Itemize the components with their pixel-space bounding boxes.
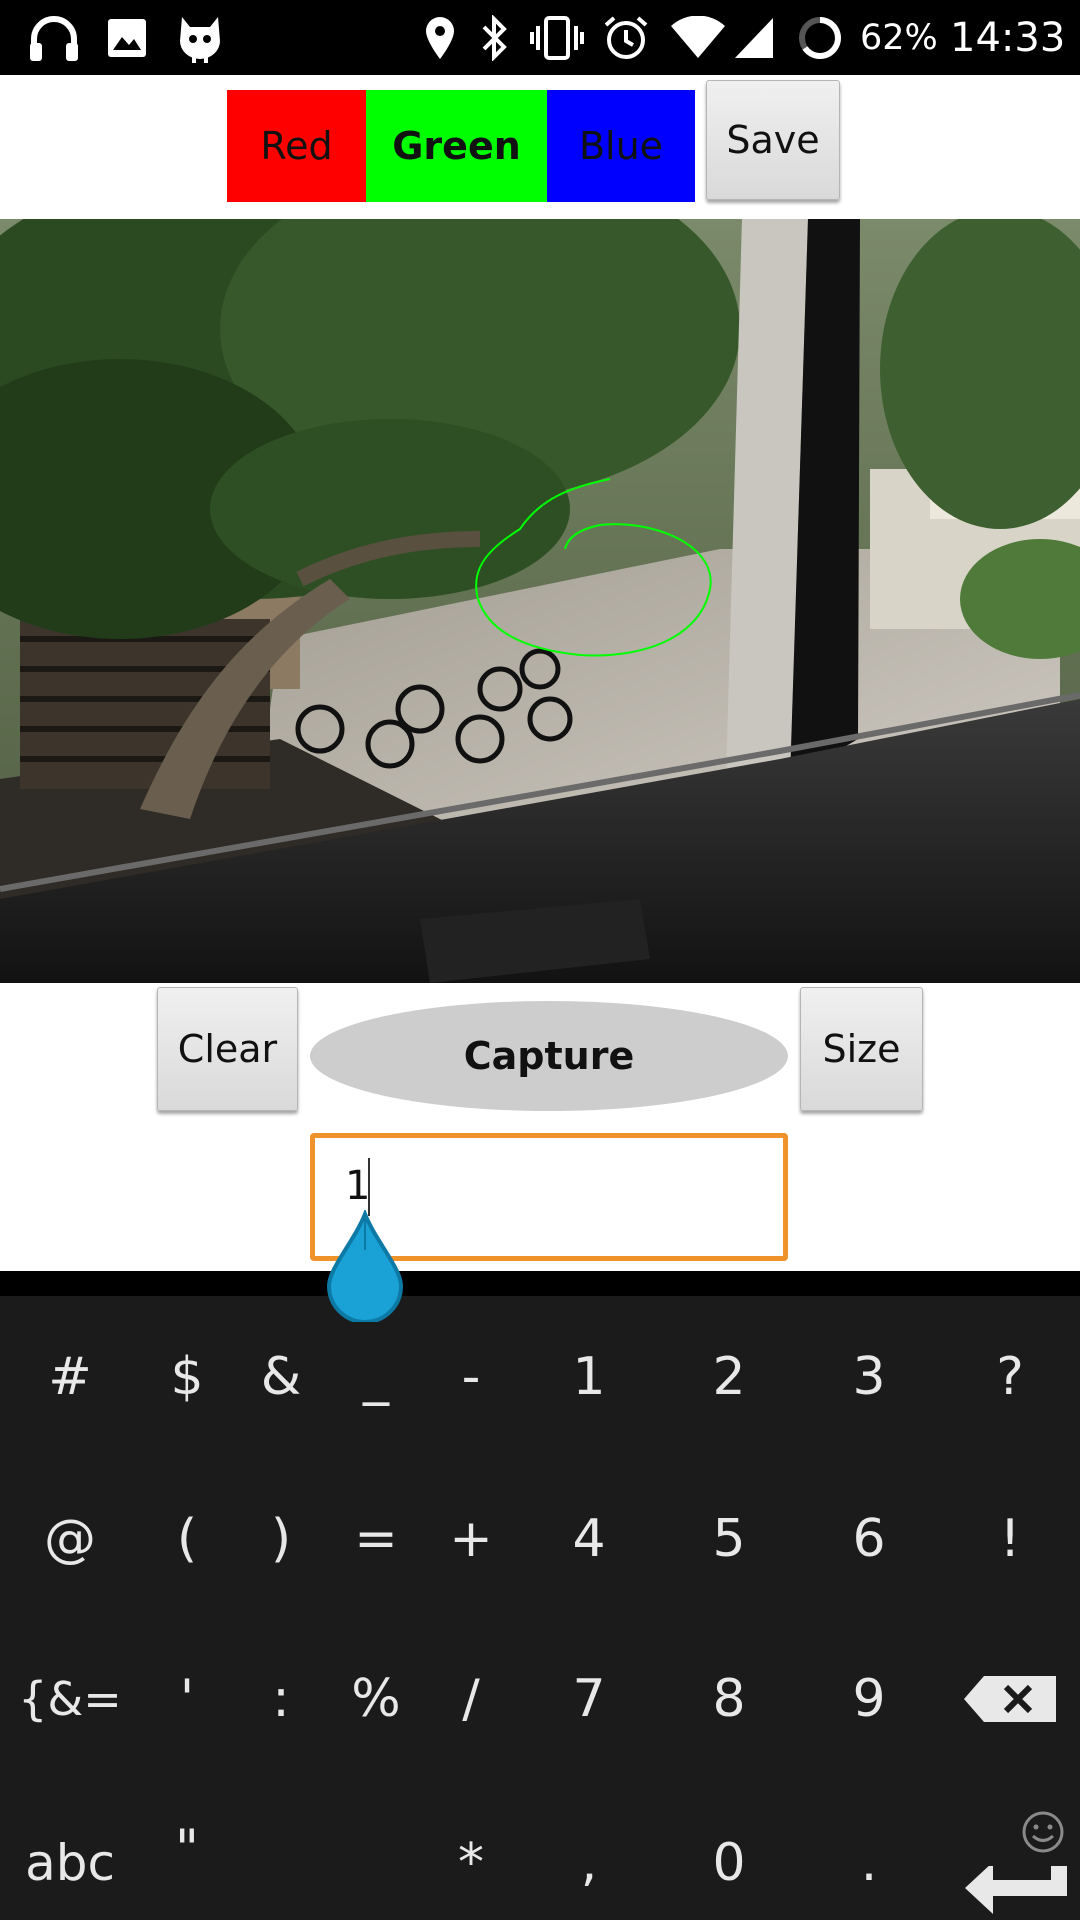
- key-minus[interactable]: -: [411, 1327, 531, 1427]
- red-button[interactable]: Red: [227, 90, 366, 202]
- key-4[interactable]: 4: [529, 1489, 649, 1589]
- text-cursor-handle[interactable]: [326, 1208, 404, 1326]
- green-button[interactable]: Green: [366, 90, 547, 202]
- save-button[interactable]: Save: [706, 80, 840, 200]
- key-comma[interactable]: ,: [529, 1813, 649, 1913]
- soft-keyboard: # $ & _ - 1 2 3 ? @ ( ) = + 4 5 6 ! {&= …: [0, 1271, 1080, 1920]
- blue-button[interactable]: Blue: [547, 90, 695, 202]
- key-slash[interactable]: /: [411, 1649, 531, 1749]
- location-icon: [420, 10, 460, 66]
- text-caret: [368, 1158, 370, 1216]
- headphones-icon: [24, 10, 84, 66]
- alarm-icon: [602, 10, 650, 66]
- key-1[interactable]: 1: [529, 1327, 649, 1427]
- enter-key[interactable]: [955, 1861, 1080, 1920]
- smiley-icon: [1022, 1811, 1064, 1853]
- key-question[interactable]: ?: [950, 1327, 1070, 1427]
- backspace-icon: [964, 1676, 1056, 1722]
- battery-ring-icon: [796, 10, 844, 66]
- emoji-key[interactable]: [1008, 1797, 1078, 1867]
- backspace-key[interactable]: [950, 1649, 1070, 1749]
- key-5[interactable]: 5: [669, 1489, 789, 1589]
- enter-icon: [964, 1865, 1067, 1914]
- key-quote[interactable]: ": [127, 1799, 247, 1899]
- key-more-symbols[interactable]: {&=: [10, 1649, 130, 1749]
- drawing-canvas[interactable]: [0, 219, 1080, 983]
- key-plus[interactable]: +: [411, 1489, 531, 1589]
- key-exclamation[interactable]: !: [950, 1489, 1070, 1589]
- keyboard-top-band: [0, 1271, 1080, 1296]
- key-at[interactable]: @: [10, 1489, 130, 1589]
- key-8[interactable]: 8: [669, 1649, 789, 1749]
- key-9[interactable]: 9: [809, 1649, 929, 1749]
- clear-button[interactable]: Clear: [157, 987, 298, 1111]
- key-6[interactable]: 6: [809, 1489, 929, 1589]
- size-button[interactable]: Size: [800, 987, 923, 1111]
- key-0[interactable]: 0: [669, 1813, 789, 1913]
- battery-percent: 62%: [860, 18, 938, 58]
- key-7[interactable]: 7: [529, 1649, 649, 1749]
- key-3[interactable]: 3: [809, 1327, 929, 1427]
- cyanogen-icon: [172, 10, 228, 66]
- size-input-value: 1: [345, 1163, 371, 1209]
- signal-icon: [732, 10, 776, 66]
- key-asterisk[interactable]: *: [411, 1813, 531, 1913]
- bluetooth-icon: [477, 10, 511, 66]
- vibrate-icon: [528, 10, 586, 66]
- key-abc[interactable]: abc: [10, 1813, 130, 1913]
- capture-button[interactable]: Capture: [310, 1001, 788, 1111]
- wifi-icon: [668, 10, 728, 66]
- image-icon: [102, 10, 152, 66]
- key-2[interactable]: 2: [669, 1327, 789, 1427]
- key-period[interactable]: .: [809, 1813, 929, 1913]
- key-hash[interactable]: #: [10, 1327, 130, 1427]
- clock: 14:33: [950, 15, 1066, 61]
- status-bar: 62% 14:33: [0, 0, 1080, 75]
